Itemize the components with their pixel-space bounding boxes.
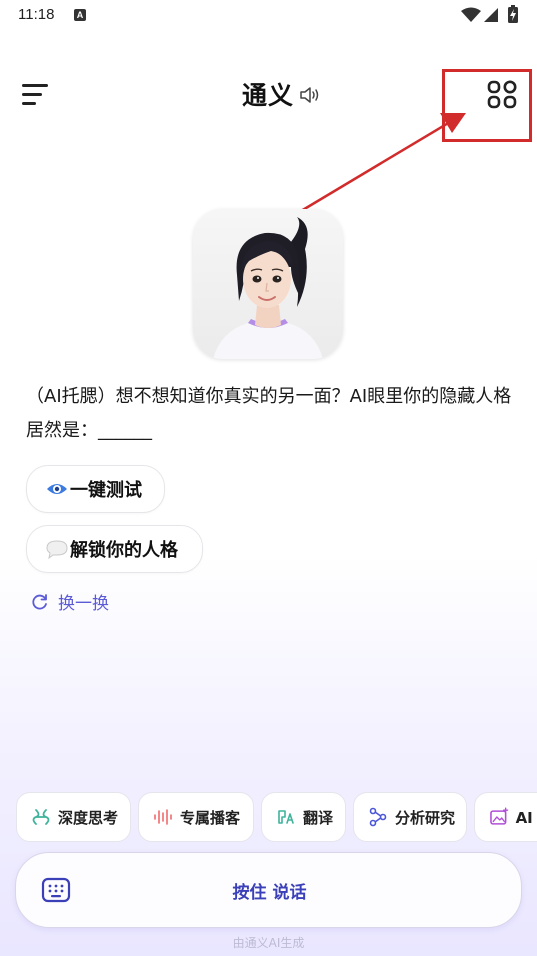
tool-label: 翻译 bbox=[303, 808, 334, 827]
notification-icon: A bbox=[74, 9, 86, 21]
translate-icon bbox=[278, 810, 294, 824]
status-bar: 11:18 A bbox=[0, 0, 537, 32]
hold-to-talk-label: 按住 说话 bbox=[232, 883, 307, 903]
assistant-message: （AI托腮）想不想知道你真实的另一面？AI眼里你的隐藏人格居然是：______ bbox=[26, 386, 512, 441]
tool-label: AI 生 bbox=[515, 808, 537, 827]
signal-icon bbox=[484, 8, 498, 22]
tool-deep-thinking[interactable]: 深度思考 bbox=[16, 792, 131, 842]
tool-translate[interactable]: 翻译 bbox=[261, 792, 346, 842]
refresh-icon bbox=[32, 593, 47, 609]
menu-icon[interactable] bbox=[22, 80, 52, 110]
ai-generated-disclaimer: 由通义AI生成 bbox=[232, 936, 305, 950]
ai-image-icon bbox=[490, 807, 509, 825]
battery-charging-icon bbox=[508, 5, 518, 23]
eye-icon bbox=[47, 484, 67, 494]
refresh-label: 换一换 bbox=[58, 594, 109, 614]
suggestion-chip-label: 解锁你的人格 bbox=[70, 540, 178, 561]
refresh-suggestions-button[interactable]: 换一换 bbox=[31, 589, 109, 614]
deep-think-icon bbox=[32, 809, 50, 825]
podcast-waveform-icon bbox=[154, 809, 172, 825]
suggestion-chip-unlock-personality[interactable]: 解锁你的人格 bbox=[26, 525, 203, 573]
suggestion-chip-label: 一键测试 bbox=[70, 480, 142, 501]
tool-podcast[interactable]: 专属播客 bbox=[138, 792, 254, 842]
tool-ai-generate[interactable]: AI 生 bbox=[474, 792, 537, 842]
status-time: 11:18 bbox=[18, 6, 55, 23]
tool-label: 分析研究 bbox=[395, 808, 456, 827]
wifi-icon bbox=[461, 7, 481, 22]
avatar-portrait-icon bbox=[193, 209, 343, 359]
annotation-highlight-box bbox=[442, 69, 532, 142]
voice-input-bar[interactable]: 按住 说话 bbox=[15, 852, 522, 928]
speaker-icon[interactable] bbox=[299, 86, 321, 104]
analysis-icon bbox=[369, 807, 387, 827]
tool-label: 深度思考 bbox=[58, 808, 119, 827]
tool-label: 专属播客 bbox=[180, 808, 241, 827]
tool-analysis-research[interactable]: 分析研究 bbox=[353, 792, 467, 842]
suggestion-chip-test[interactable]: 一键测试 bbox=[26, 465, 165, 513]
speech-bubble-icon bbox=[46, 540, 68, 559]
page-title: 通义 bbox=[242, 81, 295, 110]
assistant-avatar bbox=[193, 209, 343, 359]
